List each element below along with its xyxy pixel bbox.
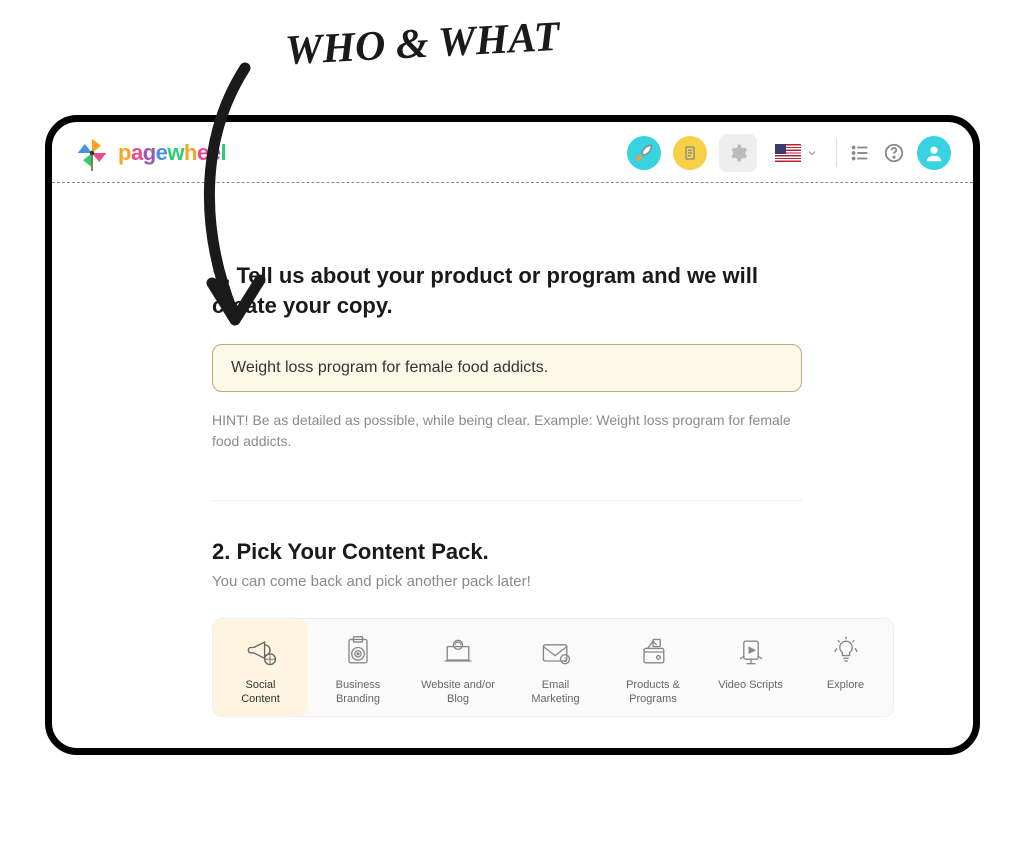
pack-label: Website and/or Blog [420,679,496,705]
video-icon [732,633,770,671]
section2-subtitle: You can come back and pick another pack … [212,573,893,590]
wallet-icon [634,633,672,671]
device-frame: pagewheel [45,115,980,755]
person-icon [923,142,945,164]
annotation-arrow [190,58,280,348]
envelope-icon: 1 [537,633,575,671]
rocket-icon [635,144,653,162]
help-button[interactable] [883,142,905,164]
language-selector[interactable] [769,142,824,164]
header-actions [627,134,951,172]
user-avatar[interactable] [917,136,951,170]
svg-text:1: 1 [563,657,567,664]
document-icon [682,145,698,161]
pack-label: Social Content [225,679,296,705]
section1-title: 1. Tell us about your product or program… [212,261,792,320]
pack-email-marketing[interactable]: 1 Email Marketing [508,619,603,715]
pack-social-content[interactable]: Social Content [213,619,308,715]
pack-label: Products & Programs [615,679,691,705]
pack-explore[interactable]: Explore [798,619,893,715]
product-description-input[interactable] [212,344,802,392]
pack-business-branding[interactable]: Business Branding [308,619,408,715]
annotation-callout: WHO & WHAT [284,13,561,75]
laptop-icon [439,633,477,671]
divider [836,139,837,167]
chevron-down-icon [806,147,818,159]
section-divider [212,500,802,501]
pack-website-blog[interactable]: Website and/or Blog [408,619,508,715]
pack-label: Business Branding [320,679,396,705]
list-button[interactable] [849,142,871,164]
pack-video-scripts[interactable]: Video Scripts [703,619,798,715]
document-button[interactable] [673,136,707,170]
pack-label: Explore [827,679,864,692]
target-icon [339,633,377,671]
us-flag-icon [775,144,801,162]
pack-label: Video Scripts [718,679,783,692]
content-packs: Social Content Business Branding [212,618,894,716]
lightbulb-icon [827,633,865,671]
section2-title: 2. Pick Your Content Pack. [212,539,893,565]
pack-label: Email Marketing [520,679,591,705]
rocket-button[interactable] [627,136,661,170]
gear-icon [728,143,748,163]
pinwheel-icon [74,135,110,171]
help-icon [883,142,905,164]
list-icon [849,142,871,164]
input-hint: HINT! Be as detailed as possible, while … [212,410,802,452]
pack-products-programs[interactable]: Products & Programs [603,619,703,715]
megaphone-icon [242,633,280,671]
settings-button[interactable] [719,134,757,172]
